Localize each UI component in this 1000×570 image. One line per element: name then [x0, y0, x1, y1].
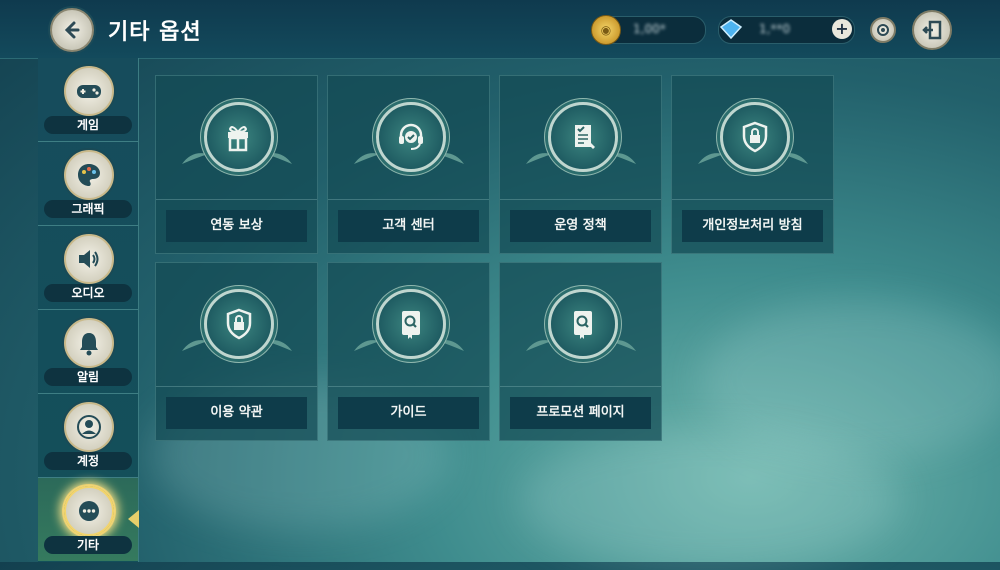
more-icon — [64, 486, 114, 536]
card-operation-policy[interactable]: 운영 정책 — [499, 75, 662, 254]
sidebar-item-label: 계정 — [44, 452, 132, 470]
sidebar-item-label: 게임 — [44, 116, 132, 134]
sidebar-item-label: 기타 — [44, 536, 132, 554]
card-link-reward[interactable]: 연동 보상 — [155, 75, 318, 254]
card-guide[interactable]: 가이드 — [327, 262, 490, 441]
exit-button[interactable] — [912, 10, 952, 50]
leaf-ornament-icon — [354, 153, 380, 164]
gamepad-icon — [64, 66, 114, 116]
diamond-amount: 1,**0 — [759, 22, 791, 36]
card-customer-center[interactable]: 고객 센터 — [327, 75, 490, 254]
diamond-currency: 1,**0 + — [718, 16, 855, 44]
leaf-ornament-icon — [182, 340, 208, 351]
page-title: 기타 옵션 — [108, 20, 202, 45]
card-label[interactable]: 이용 약관 — [166, 397, 307, 429]
gold-amount: 1,00* — [633, 22, 666, 36]
card-label[interactable]: 연동 보상 — [166, 210, 307, 242]
sidebar: 게임 그래픽 오디오 알림 계정 기타 — [38, 58, 139, 562]
gold-currency: ◉ 1,00* — [591, 15, 706, 45]
blue-diamond-icon — [717, 15, 745, 43]
leaf-ornament-icon — [182, 153, 208, 164]
sidebar-item-label: 그래픽 — [44, 200, 132, 218]
sidebar-item-game[interactable]: 게임 — [38, 58, 138, 142]
card-divider — [328, 199, 489, 200]
active-indicator-arrow — [128, 510, 139, 528]
card-terms-of-use[interactable]: 이용 약관 — [155, 262, 318, 441]
sidebar-item-label: 알림 — [44, 368, 132, 386]
card-label[interactable]: 고객 센터 — [338, 210, 479, 242]
back-button[interactable] — [50, 8, 94, 52]
headset-icon — [376, 102, 446, 172]
card-label[interactable]: 개인정보처리 방침 — [682, 210, 823, 242]
exit-door-icon — [922, 20, 942, 40]
guide-book-icon — [548, 289, 618, 359]
shield-lock-icon — [204, 289, 274, 359]
sidebar-item-account[interactable]: 계정 — [38, 394, 138, 478]
gold-coin-icon: ◉ — [591, 15, 621, 45]
card-promotion-page[interactable]: 프로모션 페이지 — [499, 262, 662, 441]
speaker-icon — [64, 234, 114, 284]
bell-icon — [64, 318, 114, 368]
add-currency-button[interactable]: + — [832, 19, 852, 39]
shield-lock-icon — [720, 102, 790, 172]
back-arrow-icon — [64, 21, 80, 39]
card-divider — [672, 199, 833, 200]
card-privacy-policy[interactable]: 개인정보처리 방침 — [671, 75, 834, 254]
guide-book-icon — [376, 289, 446, 359]
card-label[interactable]: 운영 정책 — [510, 210, 651, 242]
card-label[interactable]: 프로모션 페이지 — [510, 397, 651, 429]
card-divider — [500, 386, 661, 387]
user-icon — [64, 402, 114, 452]
leaf-ornament-icon — [526, 340, 552, 351]
leaf-ornament-icon — [698, 153, 724, 164]
palette-icon — [64, 150, 114, 200]
sidebar-item-label: 오디오 — [44, 284, 132, 302]
card-label[interactable]: 가이드 — [338, 397, 479, 429]
target-icon — [877, 24, 889, 36]
card-divider — [156, 386, 317, 387]
leaf-ornament-icon — [354, 340, 380, 351]
sidebar-item-graphics[interactable]: 그래픽 — [38, 142, 138, 226]
settings-target-button[interactable] — [870, 17, 896, 43]
sidebar-item-audio[interactable]: 오디오 — [38, 226, 138, 310]
sidebar-item-etc[interactable]: 기타 — [38, 478, 138, 561]
top-bar: 기타 옵션 ◉ 1,00* 1,**0 + — [0, 0, 1000, 59]
card-divider — [500, 199, 661, 200]
card-divider — [328, 386, 489, 387]
card-divider — [156, 199, 317, 200]
policy-document-icon — [548, 102, 618, 172]
background-cloud — [520, 430, 900, 570]
gift-link-icon — [204, 102, 274, 172]
leaf-ornament-icon — [526, 153, 552, 164]
sidebar-item-notification[interactable]: 알림 — [38, 310, 138, 394]
